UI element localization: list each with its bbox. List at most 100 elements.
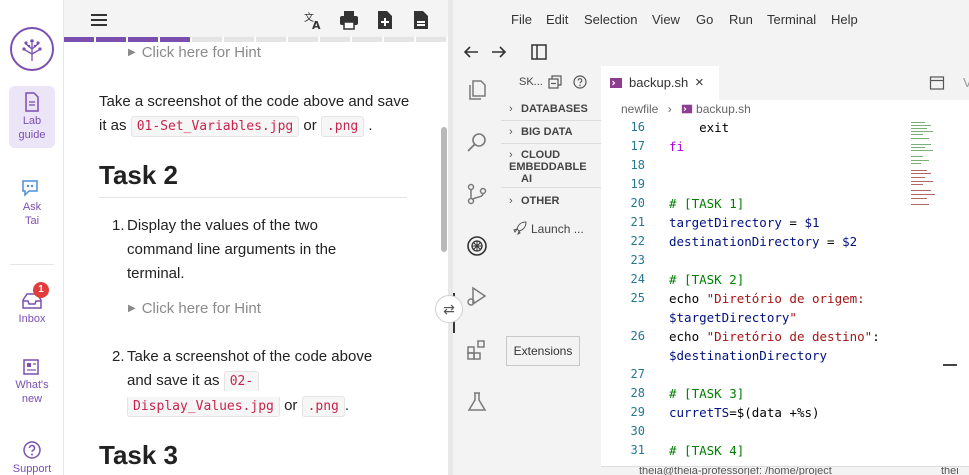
extension-code-2: .png bbox=[301, 396, 345, 417]
line-number: 25 bbox=[630, 291, 645, 305]
extensions-icon[interactable] bbox=[465, 338, 489, 362]
code-line: echo "Diretório de destino": bbox=[669, 329, 880, 344]
menu-help[interactable]: Help bbox=[831, 12, 858, 27]
code-token: data bbox=[751, 405, 782, 420]
extensions-tooltip: Extensions bbox=[506, 336, 580, 366]
editor-breadcrumb: newfile › backup.sh bbox=[621, 102, 751, 116]
editor-tab-backup[interactable]: backup.sh × bbox=[601, 66, 719, 100]
para-1-text-a: Take a screenshot of the code above and … bbox=[99, 93, 410, 110]
rocket-icon bbox=[513, 221, 527, 235]
menu-icon[interactable] bbox=[88, 9, 110, 31]
split-view-icon[interactable] bbox=[529, 42, 549, 62]
menu-selection[interactable]: Selection bbox=[584, 12, 637, 27]
caret-right-icon: ▶ bbox=[128, 303, 136, 314]
arrow-right-icon[interactable] bbox=[489, 42, 509, 62]
step-2-number: 2. bbox=[112, 348, 125, 365]
step-2-end: . bbox=[344, 397, 350, 414]
code-line: exit bbox=[669, 120, 729, 135]
sidebar-section-cloud[interactable]: › CLOUD EMBEDDABLE AI bbox=[509, 149, 587, 185]
progress-segment bbox=[256, 37, 288, 42]
add-file-icon[interactable] bbox=[374, 9, 396, 31]
menu-edit[interactable]: Edit bbox=[546, 12, 568, 27]
menu-file[interactable]: File bbox=[511, 12, 532, 27]
collapse-all-icon[interactable] bbox=[548, 75, 562, 89]
code-token: # [TASK 4] bbox=[669, 443, 745, 458]
screenshot-instruction-1: Take a screenshot of the code above and … bbox=[99, 90, 419, 139]
task-2-heading: Task 2 bbox=[99, 160, 179, 190]
split-editor-icon[interactable] bbox=[929, 75, 945, 91]
translate-icon[interactable]: 文 A bbox=[302, 9, 324, 31]
progress-segment bbox=[160, 37, 192, 42]
progress-segment bbox=[96, 37, 128, 42]
breadcrumb-separator: › bbox=[667, 102, 672, 116]
run-debug-icon[interactable] bbox=[465, 284, 489, 308]
code-token: $destinationDirectory bbox=[669, 348, 828, 363]
rail-whats-new[interactable]: What's new bbox=[9, 358, 55, 406]
help-icon[interactable] bbox=[573, 75, 587, 89]
source-control-icon[interactable] bbox=[465, 182, 489, 206]
rail-lab-guide-label-1: Lab bbox=[22, 115, 42, 127]
code-line: fi bbox=[669, 139, 684, 154]
progress-segment bbox=[288, 37, 320, 42]
tab-label: backup.sh bbox=[629, 75, 689, 90]
extension-code-1: .png bbox=[320, 116, 365, 137]
breadcrumb-folder[interactable]: newfile bbox=[621, 102, 658, 116]
filename-code-1: 01-Set_Variables.jpg bbox=[130, 116, 300, 137]
code-line: targetDirectory = $1 bbox=[669, 215, 820, 230]
arrow-left-icon[interactable] bbox=[461, 42, 481, 62]
sidebar-section-databases[interactable]: › DATABASES bbox=[509, 103, 588, 115]
rail-inbox[interactable]: 1 Inbox bbox=[9, 282, 55, 326]
print-icon[interactable] bbox=[338, 9, 360, 31]
menu-view[interactable]: View bbox=[652, 12, 680, 27]
sidebar-launch-item[interactable]: Launch ... bbox=[513, 221, 584, 235]
sidebar-section-other[interactable]: › OTHER bbox=[509, 195, 560, 207]
progress-segment bbox=[416, 37, 448, 42]
code-line: curretTS=$(data +%s) bbox=[669, 405, 820, 420]
section-label-cloud: CLOUD bbox=[521, 149, 561, 161]
breadcrumb-file[interactable]: backup.sh bbox=[696, 102, 751, 116]
search-icon[interactable] bbox=[465, 130, 489, 154]
chevron-right-icon: › bbox=[509, 126, 513, 138]
hint-toggle-1[interactable]: ▶ Click here for Hint bbox=[128, 44, 261, 61]
progress-segment bbox=[64, 37, 96, 42]
line-number: 19 bbox=[630, 177, 645, 191]
menu-run[interactable]: Run bbox=[729, 12, 753, 27]
lab-scrollbar[interactable] bbox=[441, 127, 447, 252]
code-line: destinationDirectory = $2 bbox=[669, 234, 857, 249]
app-logo[interactable] bbox=[10, 27, 54, 71]
svg-text:A: A bbox=[312, 19, 321, 31]
rail-support-label: Support bbox=[12, 463, 52, 475]
menu-terminal[interactable]: Terminal bbox=[767, 12, 816, 27]
hint-toggle-2[interactable]: ▶ Click here for Hint bbox=[128, 300, 261, 317]
sidebar-section-big-data[interactable]: › BIG DATA bbox=[509, 126, 573, 138]
test-beaker-icon[interactable] bbox=[465, 390, 489, 414]
lab-guide-panel: 文 A ▶ Click here for Hint Take a screensh… bbox=[64, 0, 448, 475]
rail-ask-tai-label-1: Ask bbox=[22, 201, 42, 213]
step-1-line-2: command line arguments in the bbox=[127, 241, 337, 258]
step-2-or: or bbox=[284, 397, 298, 414]
code-line: $destinationDirectory bbox=[669, 348, 827, 363]
rail-ask-tai[interactable]: Ask Tai bbox=[9, 178, 55, 228]
rail-lab-guide[interactable]: Lab guide bbox=[9, 86, 55, 148]
para-1-end: . bbox=[368, 117, 373, 134]
chevron-right-icon: › bbox=[509, 195, 513, 207]
code-editor[interactable]: backup.sh × V newfile › backup.sh 16 exi… bbox=[601, 66, 969, 466]
code-token: $2 bbox=[842, 234, 858, 249]
minimap-slider-marker bbox=[943, 364, 957, 366]
terminal-tab-2-label[interactable]: thei bbox=[941, 467, 959, 475]
explorer-files-icon[interactable] bbox=[465, 78, 489, 102]
rail-support[interactable]: Support bbox=[9, 440, 55, 475]
tab-close-icon[interactable]: × bbox=[695, 74, 704, 91]
code-token: "Diretório de origem: bbox=[706, 291, 865, 306]
line-number: 23 bbox=[630, 253, 645, 267]
menu-go[interactable]: Go bbox=[696, 12, 713, 27]
task-3-heading: Task 3 bbox=[99, 440, 179, 470]
editor-minimap[interactable] bbox=[911, 120, 941, 240]
skills-network-icon[interactable] bbox=[465, 234, 489, 258]
section-label-databases: DATABASES bbox=[521, 103, 588, 115]
terminal-tab-label[interactable]: theia@theia-professorjef: /home/project bbox=[639, 467, 832, 475]
swap-panels-button[interactable]: ⇄ bbox=[435, 295, 463, 323]
line-number: 26 bbox=[630, 329, 645, 343]
file-icon[interactable] bbox=[410, 9, 432, 31]
sidebar-divider bbox=[501, 120, 601, 121]
